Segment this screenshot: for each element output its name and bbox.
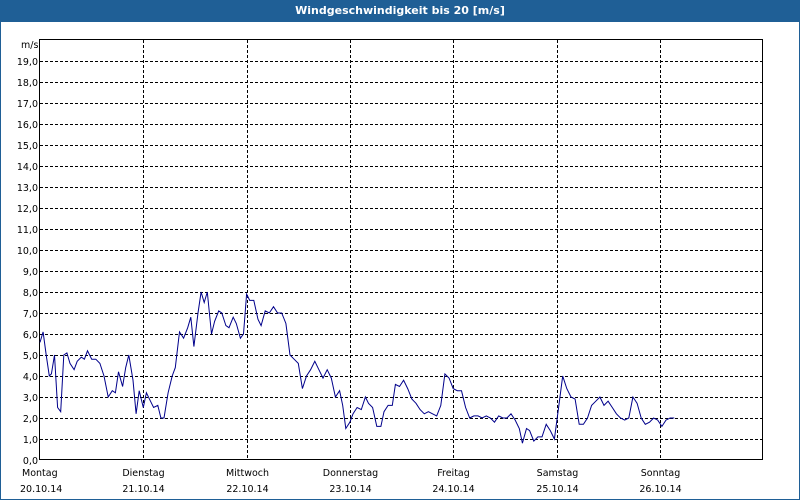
x-tick-weekday: Freitag — [437, 468, 470, 479]
x-tick-weekday: Samstag — [537, 468, 579, 479]
y-tick-label: 7,0 — [23, 309, 38, 320]
x-tick-weekday: Mittwoch — [226, 468, 269, 479]
wind-speed-series-line — [39, 291, 675, 444]
y-tick-label: 9,0 — [23, 267, 38, 278]
y-tick-label: 2,0 — [23, 414, 38, 425]
wind-speed-chart: 0,0 1,0 2,0 3,0 4,0 5,0 6,0 7,0 8,0 9,0 10,0 11,0 12… — [17, 39, 763, 495]
x-tick-date: 20.10.14 — [20, 484, 62, 495]
y-tick-label: 13,0 — [17, 183, 38, 194]
y-tick-label: 15,0 — [17, 141, 38, 152]
y-tick-label: 3,0 — [23, 393, 38, 404]
x-tick-date: 25.10.14 — [536, 484, 578, 495]
x-tick-weekday: Donnerstag — [323, 468, 378, 479]
y-tick-label: 19,0 — [17, 57, 38, 68]
y-tick-label: 14,0 — [17, 162, 38, 173]
y-tick-label: 17,0 — [17, 99, 38, 110]
x-axis-ticks: Montag 20.10.14 Dienstag 21.10.14 Mittwoch 22… — [20, 468, 682, 495]
y-tick-label: 1,0 — [23, 435, 38, 446]
x-tick-date: 21.10.14 — [122, 484, 164, 495]
y-tick-label: 6,0 — [23, 330, 38, 341]
x-tick-date: 22.10.14 — [226, 484, 268, 495]
y-tick-label: 18,0 — [17, 78, 38, 89]
x-tick-date: 24.10.14 — [432, 484, 474, 495]
x-tick-date: 23.10.14 — [329, 484, 371, 495]
x-tick-weekday: Sonntag — [641, 468, 680, 479]
x-tick-weekday: Dienstag — [122, 468, 164, 479]
y-tick-label: 12,0 — [17, 204, 38, 215]
y-tick-label: 16,0 — [17, 120, 38, 131]
y-tick-label: 8,0 — [23, 288, 38, 299]
y-tick-label: 4,0 — [23, 372, 38, 383]
y-tick-label: 0,0 — [23, 456, 38, 467]
x-tick-date: 26.10.14 — [639, 484, 681, 495]
y-tick-label: 10,0 — [17, 246, 38, 257]
y-tick-label: 11,0 — [17, 225, 38, 236]
x-tick-weekday: Montag — [22, 468, 58, 479]
y-axis-ticks: 0,0 1,0 2,0 3,0 4,0 5,0 6,0 7,0 8,0 9,0 10,0 11,0 12… — [17, 57, 38, 467]
y-axis-unit-label: m/s — [21, 40, 38, 51]
y-tick-label: 5,0 — [23, 351, 38, 362]
